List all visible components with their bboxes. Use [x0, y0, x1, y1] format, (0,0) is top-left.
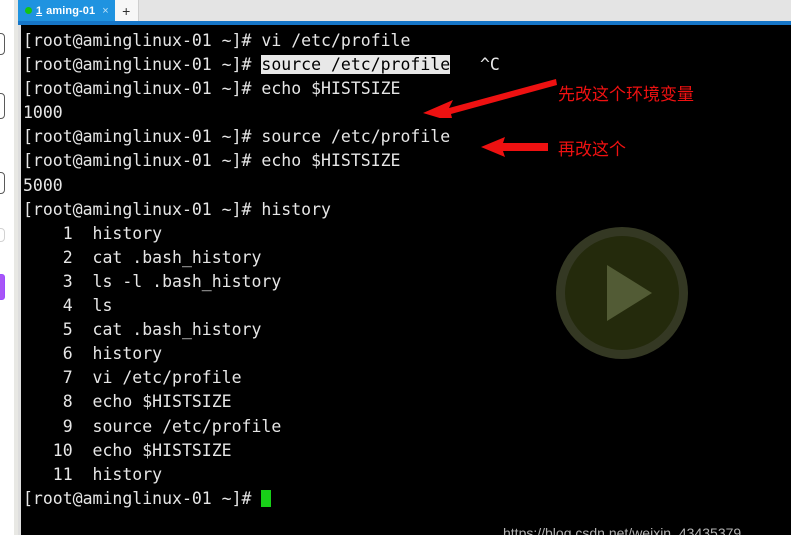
terminal-line: 10 echo $HISTSIZE — [23, 440, 232, 460]
terminal-suffix: ^C — [450, 55, 500, 75]
screenshot-root: 1 aming-01 × + [root@aminglinux-01 ~]# v… — [0, 0, 791, 535]
terminal-output-pane[interactable]: [root@aminglinux-01 ~]# vi /etc/profile[… — [18, 25, 791, 535]
terminal-line: 11 history — [23, 464, 163, 484]
terminal-prompt: [root@aminglinux-01 ~]# — [23, 31, 262, 50]
close-icon[interactable]: × — [102, 5, 108, 17]
annotation-text-2: 再改这个 — [558, 140, 626, 160]
tab-bar: 1 aming-01 × + — [18, 0, 791, 21]
annotation-arrow-1 — [423, 79, 557, 118]
terminal-command: source /etc/profile — [261, 55, 451, 75]
watermark-url: https://blog.csdn.net/weixin_43435379 — [503, 525, 742, 535]
terminal-command: echo $HISTSIZE — [261, 79, 401, 99]
terminal-line: 7 vi /etc/profile — [23, 368, 242, 388]
terminal-command: history — [261, 199, 331, 219]
new-tab-button[interactable]: + — [114, 0, 139, 21]
connection-status-dot-icon — [25, 7, 32, 14]
terminal-line: [root@aminglinux-01 ~]# source /etc/prof… — [23, 125, 791, 149]
terminal-prompt: [root@aminglinux-01 ~]# — [23, 127, 262, 147]
tab-aming-01[interactable]: 1 aming-01 × — [18, 0, 115, 21]
gutter-icon-1[interactable] — [0, 33, 5, 55]
terminal-cursor — [261, 489, 272, 507]
tab-index-label: 1 — [36, 4, 43, 17]
terminal-prompt: [root@aminglinux-01 ~]# — [23, 488, 262, 508]
terminal-prompt: [root@aminglinux-01 ~]# — [23, 79, 262, 99]
terminal-window: 1 aming-01 × + [root@aminglinux-01 ~]# v… — [18, 0, 791, 535]
terminal-left-rule — [18, 25, 21, 535]
play-button[interactable] — [556, 227, 688, 359]
terminal-line: [root@aminglinux-01 ~]# — [23, 487, 791, 511]
left-gutter-strip — [0, 0, 14, 535]
gutter-icon-5[interactable] — [0, 274, 5, 300]
terminal-prompt: [root@aminglinux-01 ~]# — [23, 55, 262, 75]
terminal-line: [root@aminglinux-01 ~]# source /etc/prof… — [23, 53, 791, 77]
terminal-command: vi /etc/profile — [261, 31, 411, 50]
gutter-icon-2[interactable] — [0, 93, 5, 119]
play-triangle-icon — [606, 265, 652, 321]
terminal-line: 5000 — [23, 175, 63, 195]
terminal-command: echo $HISTSIZE — [261, 151, 401, 171]
terminal-line: 1 history — [23, 223, 163, 243]
annotation-text-1: 先改这个环境变量 — [558, 85, 694, 105]
terminal-prompt: [root@aminglinux-01 ~]# — [23, 151, 262, 171]
tab-bar-empty-area — [138, 0, 791, 21]
terminal-prompt: [root@aminglinux-01 ~]# — [23, 199, 262, 219]
tab-title-label: aming-01 — [46, 4, 96, 17]
terminal-command: source /etc/profile — [261, 127, 451, 147]
terminal-line: [root@aminglinux-01 ~]# echo $HISTSIZE — [23, 149, 791, 173]
terminal-line: [root@aminglinux-01 ~]# history — [23, 198, 791, 222]
annotation-arrow-2 — [481, 137, 548, 157]
terminal-line: [root@aminglinux-01 ~]# vi /etc/profile — [23, 29, 791, 53]
gutter-icon-4[interactable] — [0, 228, 5, 242]
terminal-line: 6 history — [23, 344, 163, 364]
terminal-line: 8 echo $HISTSIZE — [23, 392, 232, 412]
gutter-icon-3[interactable] — [0, 172, 5, 194]
terminal-line: 9 source /etc/profile — [23, 416, 282, 436]
